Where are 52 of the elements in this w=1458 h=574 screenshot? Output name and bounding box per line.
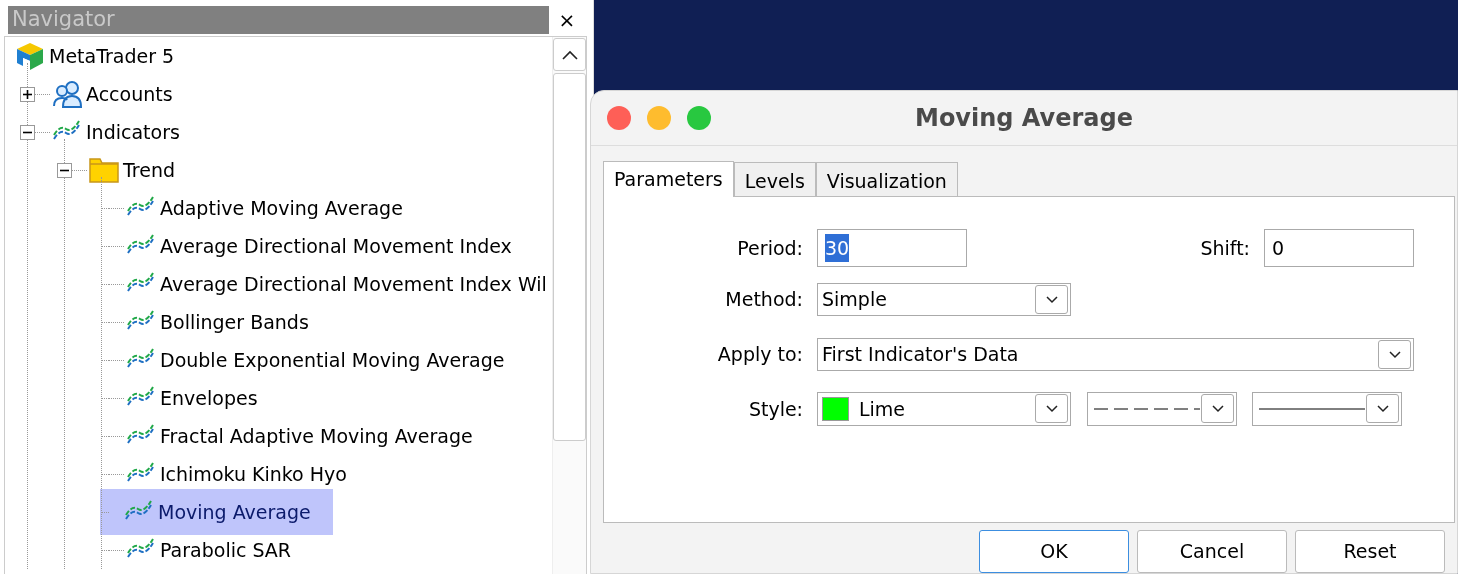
chevron-down-icon <box>1374 403 1391 414</box>
tree-item[interactable]: Envelopes <box>124 382 260 414</box>
tree-item[interactable]: Adaptive Moving Average <box>124 192 405 224</box>
expand-toggle[interactable] <box>20 86 35 102</box>
dropdown[interactable]: Simple <box>817 283 1071 316</box>
color-dropdown[interactable]: Lime <box>817 392 1071 426</box>
expand-toggle[interactable] <box>57 162 72 178</box>
input-field[interactable]: 30 <box>817 229 967 267</box>
tab[interactable]: Levels <box>733 162 816 196</box>
chevron-up-icon <box>561 49 578 60</box>
panel-title: Navigator <box>8 6 549 34</box>
tree-item[interactable]: Average Directional Movement Index Wil <box>124 268 549 300</box>
dropdown[interactable]: First Indicator's Data <box>817 338 1414 371</box>
tree-item[interactable]: Ichimoku Kinko Hyo <box>124 458 349 490</box>
scrollbar[interactable] <box>552 37 586 574</box>
chevron-down-icon <box>1209 403 1226 414</box>
window-title: Moving Average <box>914 103 1134 134</box>
tree-item[interactable]: Bollinger Bands <box>124 306 311 338</box>
line-width-dropdown[interactable] <box>1252 392 1402 426</box>
tree-item[interactable]: Accounts <box>50 78 175 110</box>
tab[interactable]: Visualization <box>815 162 958 196</box>
users-icon <box>52 79 82 109</box>
scroll-up-button[interactable] <box>553 38 586 71</box>
dialog-button[interactable]: OK <box>979 530 1129 573</box>
tab[interactable]: Parameters <box>603 161 734 197</box>
chevron-down-icon <box>1386 349 1403 360</box>
tree-item[interactable]: Parabolic SAR <box>124 534 294 566</box>
chevron-down-icon <box>1043 403 1060 414</box>
folder-icon <box>89 155 119 185</box>
tree-item[interactable]: Indicators <box>50 116 182 148</box>
field-label: Period: <box>736 235 804 261</box>
dialog-button[interactable]: Reset <box>1295 530 1445 573</box>
close-button[interactable] <box>607 106 631 130</box>
field-label: Shift: <box>1200 235 1251 261</box>
field-label: Method: <box>724 287 804 313</box>
scroll-thumb[interactable] <box>553 73 586 441</box>
line-style-dropdown[interactable] <box>1087 392 1237 426</box>
close-button[interactable]: × <box>549 6 585 34</box>
zoom-button[interactable] <box>687 106 711 130</box>
cube-logo-icon <box>15 41 45 71</box>
tree-item[interactable]: Moving Average <box>100 489 333 535</box>
chevron-down-icon <box>1043 294 1060 305</box>
tree-item[interactable]: Trend <box>87 154 177 186</box>
field-label: Apply to: <box>716 342 804 368</box>
tree-item[interactable]: Double Exponential Moving Average <box>124 344 507 376</box>
field-label: Style: <box>747 396 804 422</box>
dialog-button[interactable]: Cancel <box>1137 530 1287 573</box>
expand-toggle[interactable] <box>20 124 35 140</box>
tree-item[interactable]: Fractal Adaptive Moving Average <box>124 420 475 452</box>
tree-item[interactable]: Average Directional Movement Index <box>124 230 514 262</box>
input-field[interactable]: 0 <box>1264 229 1414 267</box>
tree-item[interactable]: MetaTrader 5 <box>13 40 177 72</box>
